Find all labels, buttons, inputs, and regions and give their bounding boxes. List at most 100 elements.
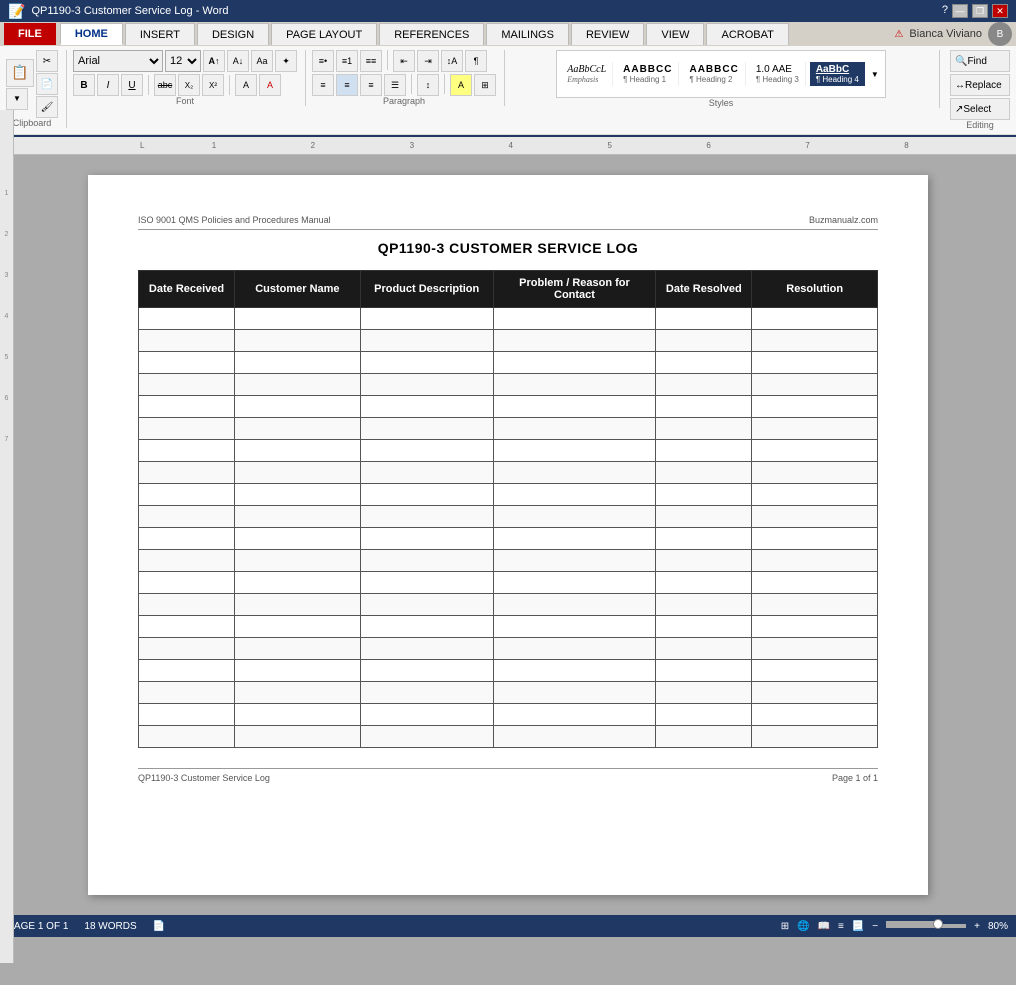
table-cell[interactable] (360, 616, 493, 638)
help-icon[interactable]: ? (942, 4, 948, 18)
table-cell[interactable] (235, 572, 361, 594)
table-cell[interactable] (235, 682, 361, 704)
find-button[interactable]: 🔍 Find (950, 50, 1010, 72)
table-cell[interactable] (752, 308, 878, 330)
table-cell[interactable] (493, 396, 656, 418)
style-heading4[interactable]: AaBbC ¶ Heading 4 (810, 62, 865, 86)
table-cell[interactable] (656, 660, 752, 682)
table-cell[interactable] (360, 440, 493, 462)
document-check-icon[interactable]: 📄 (153, 921, 165, 932)
underline-button[interactable]: U (121, 74, 143, 96)
subscript-button[interactable]: X₂ (178, 74, 200, 96)
table-cell[interactable] (360, 352, 493, 374)
table-cell[interactable] (139, 352, 235, 374)
table-cell[interactable] (656, 352, 752, 374)
zoom-in-button[interactable]: + (974, 921, 980, 932)
view-draft-icon[interactable]: 📃 (852, 921, 864, 932)
table-cell[interactable] (656, 462, 752, 484)
table-cell[interactable] (752, 726, 878, 748)
table-cell[interactable] (752, 396, 878, 418)
style-heading2[interactable]: AABBCC ¶ Heading 2 (683, 62, 745, 86)
select-button[interactable]: ↗ Select (950, 98, 1010, 120)
table-cell[interactable] (493, 616, 656, 638)
strikethrough-button[interactable]: abc (154, 74, 176, 96)
italic-button[interactable]: I (97, 74, 119, 96)
zoom-slider[interactable] (886, 924, 966, 928)
username[interactable]: Bianca Viviano (909, 28, 982, 40)
table-cell[interactable] (656, 726, 752, 748)
table-cell[interactable] (360, 528, 493, 550)
table-cell[interactable] (752, 418, 878, 440)
styles-scroll-down[interactable]: ▼ (869, 68, 881, 81)
table-cell[interactable] (360, 330, 493, 352)
table-cell[interactable] (656, 638, 752, 660)
table-cell[interactable] (235, 440, 361, 462)
table-cell[interactable] (235, 308, 361, 330)
zoom-out-button[interactable]: − (872, 921, 878, 932)
table-cell[interactable] (235, 352, 361, 374)
table-cell[interactable] (752, 462, 878, 484)
table-cell[interactable] (656, 616, 752, 638)
table-cell[interactable] (752, 704, 878, 726)
table-cell[interactable] (360, 418, 493, 440)
justify-button[interactable]: ☰ (384, 74, 406, 96)
numbering-button[interactable]: ≡1 (336, 50, 358, 72)
table-cell[interactable] (139, 308, 235, 330)
table-cell[interactable] (235, 704, 361, 726)
multilevel-list-button[interactable]: ≡≡ (360, 50, 382, 72)
table-cell[interactable] (656, 572, 752, 594)
table-cell[interactable] (139, 550, 235, 572)
font-size-select[interactable]: 12 (165, 50, 201, 72)
tab-acrobat[interactable]: ACROBAT (706, 23, 788, 45)
table-cell[interactable] (493, 484, 656, 506)
increase-indent-button[interactable]: ⇥ (417, 50, 439, 72)
table-cell[interactable] (360, 506, 493, 528)
table-cell[interactable] (139, 528, 235, 550)
table-cell[interactable] (139, 484, 235, 506)
table-cell[interactable] (139, 726, 235, 748)
table-cell[interactable] (493, 330, 656, 352)
table-cell[interactable] (493, 704, 656, 726)
table-cell[interactable] (752, 528, 878, 550)
table-cell[interactable] (139, 660, 235, 682)
table-cell[interactable] (360, 462, 493, 484)
table-cell[interactable] (139, 616, 235, 638)
view-reading-icon[interactable]: 📖 (818, 921, 830, 932)
table-cell[interactable] (360, 374, 493, 396)
bullets-button[interactable]: ≡• (312, 50, 334, 72)
bold-button[interactable]: B (73, 74, 95, 96)
table-cell[interactable] (360, 594, 493, 616)
table-cell[interactable] (493, 440, 656, 462)
align-left-button[interactable]: ≡ (312, 74, 334, 96)
clear-format-button[interactable]: ✦ (275, 50, 297, 72)
table-cell[interactable] (360, 550, 493, 572)
table-cell[interactable] (656, 484, 752, 506)
tab-insert[interactable]: INSERT (125, 23, 195, 45)
style-emphasis[interactable]: AaBbCcL Emphasis (561, 62, 613, 86)
table-cell[interactable] (656, 682, 752, 704)
tab-file[interactable]: FILE (4, 23, 56, 45)
maximize-button[interactable]: ❐ (972, 4, 988, 18)
replace-button[interactable]: ↔ Replace (950, 74, 1010, 96)
table-cell[interactable] (360, 704, 493, 726)
format-painter-button[interactable]: 🖌 (36, 96, 58, 118)
table-cell[interactable] (360, 638, 493, 660)
minimize-button[interactable]: — (952, 4, 968, 18)
table-cell[interactable] (139, 682, 235, 704)
align-right-button[interactable]: ≡ (360, 74, 382, 96)
table-cell[interactable] (752, 594, 878, 616)
table-cell[interactable] (656, 330, 752, 352)
table-cell[interactable] (139, 704, 235, 726)
tab-design[interactable]: DESIGN (197, 23, 269, 45)
copy-button[interactable]: 📄 (36, 73, 58, 95)
table-cell[interactable] (235, 594, 361, 616)
table-cell[interactable] (493, 594, 656, 616)
table-cell[interactable] (360, 572, 493, 594)
table-cell[interactable] (752, 440, 878, 462)
tab-page-layout[interactable]: PAGE LAYOUT (271, 23, 377, 45)
table-cell[interactable] (656, 506, 752, 528)
table-cell[interactable] (139, 374, 235, 396)
tab-home[interactable]: HOME (60, 23, 123, 45)
table-cell[interactable] (139, 440, 235, 462)
table-cell[interactable] (752, 682, 878, 704)
